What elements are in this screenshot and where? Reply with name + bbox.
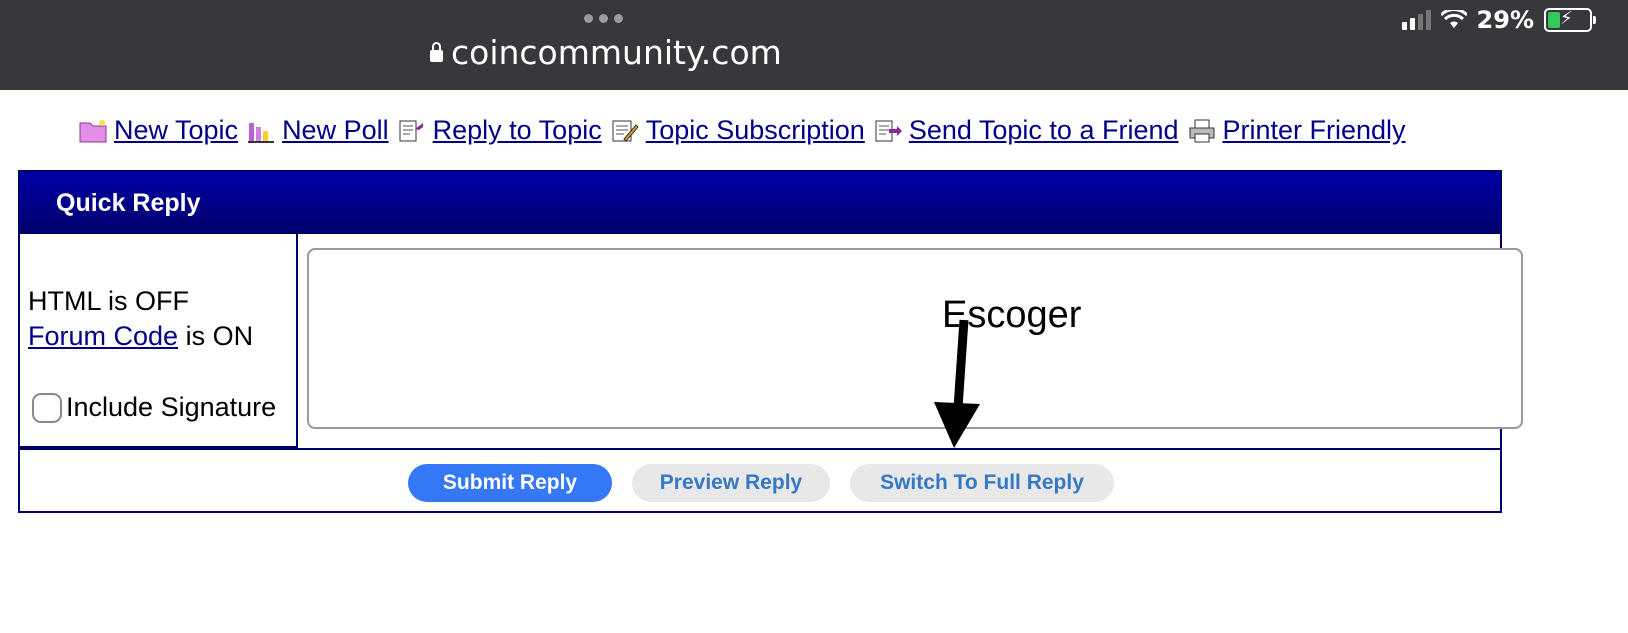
quick-reply-header: Quick Reply bbox=[20, 172, 1500, 234]
lock-icon bbox=[430, 41, 443, 62]
battery-percentage: 29% bbox=[1476, 6, 1534, 34]
cellular-signal-icon bbox=[1401, 10, 1431, 30]
printer-icon bbox=[1189, 119, 1214, 142]
system-indicators: 29% ⚡ bbox=[1401, 6, 1596, 34]
reply-options-cell: HTML is OFF Forum Code is ON Include Sig… bbox=[20, 234, 298, 448]
folder-new-icon bbox=[79, 119, 107, 142]
forum-code-link[interactable]: Forum Code bbox=[28, 321, 178, 351]
toolbar-item-send-friend[interactable]: Send Topic to a Friend bbox=[873, 115, 1179, 146]
send-topic-link[interactable]: Send Topic to a Friend bbox=[909, 115, 1179, 146]
include-signature-row[interactable]: Include Signature bbox=[32, 392, 276, 423]
reply-textarea[interactable] bbox=[307, 248, 1523, 429]
toolbar-item-new-topic[interactable]: New Topic bbox=[78, 115, 238, 146]
poll-chart-icon bbox=[248, 122, 275, 143]
topic-toolbar: New Topic New Poll Reply to Topic Topic … bbox=[78, 115, 1414, 146]
include-signature-label: Include Signature bbox=[66, 392, 277, 422]
preview-reply-button[interactable]: Preview Reply bbox=[632, 464, 830, 502]
reply-icon bbox=[399, 120, 423, 141]
reply-to-topic-link[interactable]: Reply to Topic bbox=[433, 115, 602, 146]
subscription-icon bbox=[612, 120, 639, 142]
forum-code-status: Forum Code is ON bbox=[28, 321, 253, 352]
topic-subscription-link[interactable]: Topic Subscription bbox=[646, 115, 865, 146]
url-text: coincommunity.com bbox=[451, 33, 782, 72]
switch-full-reply-button[interactable]: Switch To Full Reply bbox=[850, 464, 1114, 502]
browser-status-bar: coincommunity.com 29% ⚡ bbox=[0, 0, 1628, 90]
html-status: HTML is OFF bbox=[28, 286, 189, 316]
wifi-icon bbox=[1440, 10, 1467, 28]
quick-reply-panel: Quick Reply HTML is OFF Forum Code is ON… bbox=[18, 170, 1523, 513]
battery-icon: ⚡ bbox=[1544, 8, 1596, 32]
toolbar-item-subscription[interactable]: Topic Subscription bbox=[610, 115, 865, 146]
include-signature-checkbox[interactable] bbox=[32, 392, 62, 423]
toolbar-item-new-poll[interactable]: New Poll bbox=[246, 115, 389, 146]
address-bar[interactable]: coincommunity.com bbox=[430, 33, 782, 72]
toolbar-item-printer[interactable]: Printer Friendly bbox=[1187, 115, 1406, 146]
more-dots-icon[interactable] bbox=[584, 14, 623, 23]
send-icon bbox=[875, 120, 902, 141]
new-topic-link[interactable]: New Topic bbox=[114, 115, 238, 146]
printer-friendly-link[interactable]: Printer Friendly bbox=[1223, 115, 1406, 146]
forum-code-state: is ON bbox=[178, 321, 254, 351]
divider bbox=[20, 448, 1500, 450]
submit-reply-button[interactable]: Submit Reply bbox=[408, 464, 612, 502]
toolbar-item-reply[interactable]: Reply to Topic bbox=[397, 115, 602, 146]
annotation-arrow-icon bbox=[934, 319, 980, 448]
new-poll-link[interactable]: New Poll bbox=[282, 115, 389, 146]
